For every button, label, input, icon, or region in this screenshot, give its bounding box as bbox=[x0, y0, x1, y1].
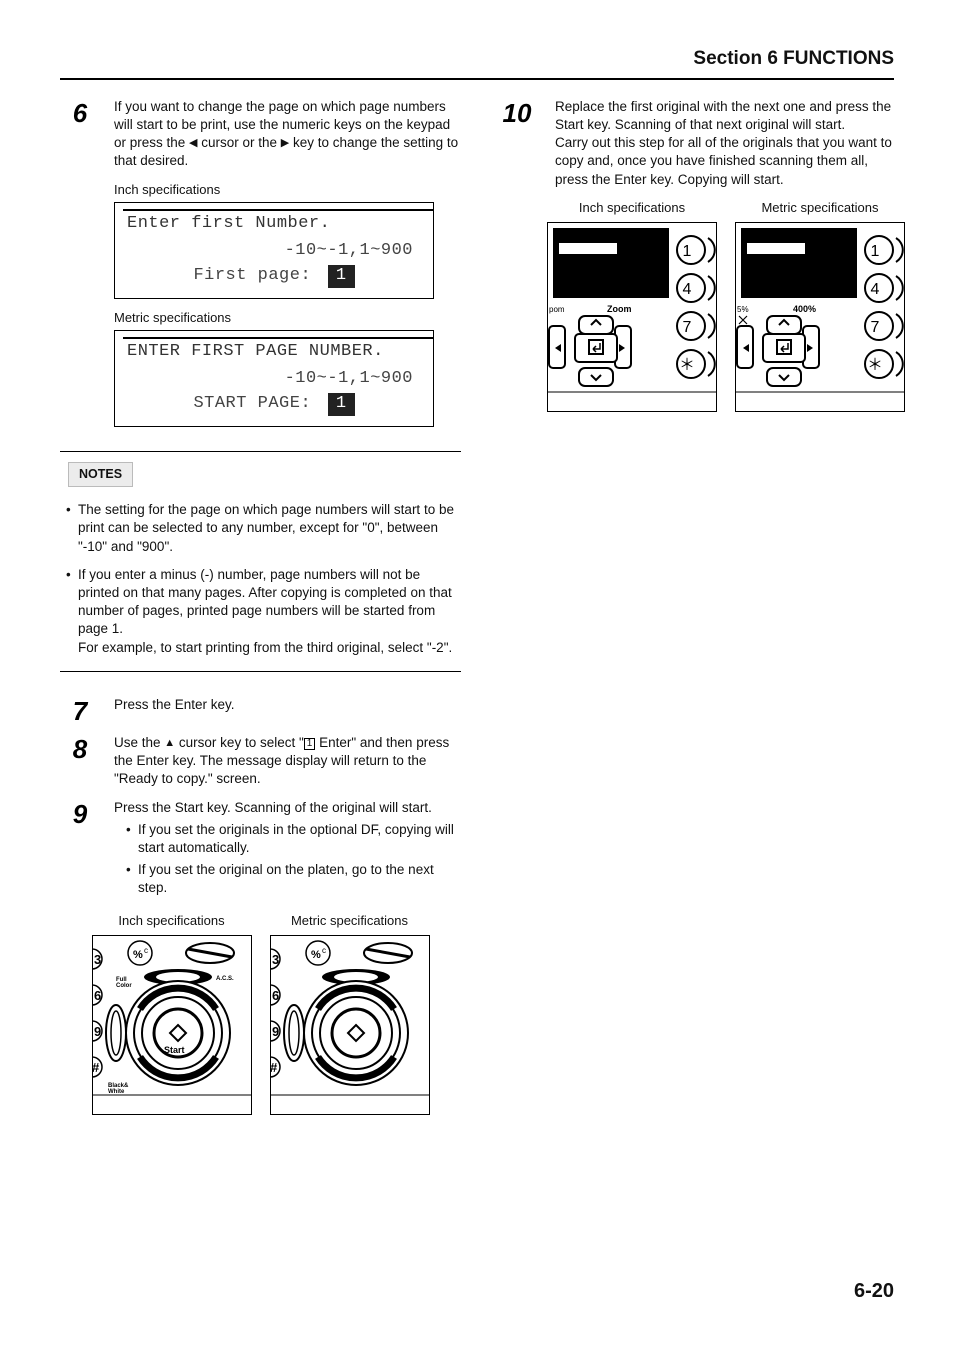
panel10-inch-label: Inch specifications bbox=[547, 199, 717, 217]
notes-title: NOTES bbox=[68, 462, 133, 487]
start-panel-row: Inch specifications bbox=[60, 912, 461, 1121]
right-column: 10 Replace the first original with the n… bbox=[493, 98, 894, 1121]
panel10-metric-label: Metric specifications bbox=[735, 199, 905, 217]
zoom-panel-row: Inch specifications pom Zoom bbox=[547, 199, 894, 418]
right-triangle-icon: ▶ bbox=[281, 137, 289, 149]
step-6-body: If you want to change the page on which … bbox=[114, 98, 461, 171]
lcd-inch-label: Inch specifications bbox=[114, 181, 461, 199]
svg-text:c: c bbox=[322, 946, 326, 955]
zoom-panel-inch: pom Zoom bbox=[547, 222, 717, 417]
step-number-8: 8 bbox=[60, 734, 100, 789]
start-panel-inch: 3 6 9 # % c Full Color bbox=[92, 935, 252, 1120]
left-column: 6 If you want to change the page on whic… bbox=[60, 98, 461, 1121]
section-header: Section 6 FUNCTIONS bbox=[60, 46, 894, 80]
lcd-metric-line1: ENTER FIRST PAGE NUMBER. bbox=[123, 337, 433, 366]
lcd-inch: Enter first Number. -10~-1,1~900 First p… bbox=[114, 202, 434, 299]
zoom-prefix-inch: pom bbox=[549, 305, 565, 314]
step-number-7: 7 bbox=[60, 696, 100, 724]
step-9: 9 Press the Start key. Scanning of the o… bbox=[60, 799, 461, 902]
step-9-bullet-1: If you set the originals in the optional… bbox=[126, 821, 461, 857]
notes-separator-top bbox=[60, 451, 461, 452]
notes-separator-bottom bbox=[60, 671, 461, 672]
step-9-text: Press the Start key. Scanning of the ori… bbox=[114, 799, 461, 817]
svg-text:3: 3 bbox=[272, 952, 279, 967]
lcd-metric-line3-value: 1 bbox=[328, 393, 355, 416]
svg-text:3: 3 bbox=[94, 952, 101, 967]
page-number: 6-20 bbox=[854, 1278, 894, 1305]
step-number-6: 6 bbox=[60, 98, 100, 171]
lcd-inch-line3-value: 1 bbox=[328, 265, 355, 288]
step-9-body: Press the Start key. Scanning of the ori… bbox=[114, 799, 461, 902]
step-number-9: 9 bbox=[60, 799, 100, 902]
start-label: Start bbox=[164, 1045, 185, 1055]
svg-text:White: White bbox=[108, 1089, 125, 1095]
lcd-metric-line3: START PAGE: 1 bbox=[123, 393, 425, 416]
keypad-7: 7 bbox=[683, 319, 692, 336]
step-7: 7 Press the Enter key. bbox=[60, 696, 461, 724]
svg-text:#: # bbox=[92, 1060, 100, 1075]
boxed-one-icon: 1 bbox=[304, 738, 316, 750]
panel9-metric-label: Metric specifications bbox=[270, 912, 430, 930]
svg-text:Color: Color bbox=[116, 983, 132, 989]
lcd-inch-line1: Enter first Number. bbox=[123, 209, 433, 238]
keypad-star: ＊ bbox=[679, 357, 695, 374]
step-8-body: Use the ▲ cursor key to select "1 Enter"… bbox=[114, 734, 461, 789]
svg-text:1: 1 bbox=[871, 243, 880, 260]
start-panel-metric: 3 6 9 # % c bbox=[270, 935, 430, 1120]
lcd-inch-line3: First page: 1 bbox=[123, 265, 425, 288]
svg-text:4: 4 bbox=[871, 281, 880, 298]
step-9-bullets: If you set the originals in the optional… bbox=[114, 821, 461, 898]
lcd-metric-line2: -10~-1,1~900 bbox=[123, 368, 425, 391]
svg-text:9: 9 bbox=[94, 1024, 101, 1039]
lcd-inch-line2: -10~-1,1~900 bbox=[123, 240, 425, 263]
zoom-label-inch: Zoom bbox=[607, 304, 632, 314]
svg-text:9: 9 bbox=[272, 1024, 279, 1039]
svg-text:7: 7 bbox=[871, 319, 880, 336]
step-number-10: 10 bbox=[493, 98, 541, 189]
step-10: 10 Replace the first original with the n… bbox=[493, 98, 894, 189]
keypad-1: 1 bbox=[683, 243, 692, 260]
note-item-2: If you enter a minus (-) number, page nu… bbox=[66, 566, 461, 657]
acs-label: A.C.S. bbox=[216, 976, 234, 982]
svg-text:＊: ＊ bbox=[867, 357, 883, 374]
notes-list: The setting for the page on which page n… bbox=[60, 501, 461, 657]
zoom-panel-metric: 5% 400% bbox=[735, 222, 905, 417]
pct-right-metric: 400% bbox=[793, 304, 816, 314]
step-8-text-b: cursor key to select " bbox=[175, 735, 304, 750]
left-triangle-icon: ◀ bbox=[189, 137, 197, 149]
svg-text:6: 6 bbox=[94, 988, 101, 1003]
step-9-bullet-2: If you set the original on the platen, g… bbox=[126, 861, 461, 897]
step-7-body: Press the Enter key. bbox=[114, 696, 461, 724]
panel9-inch-label: Inch specifications bbox=[92, 912, 252, 930]
svg-text:6: 6 bbox=[272, 988, 279, 1003]
step-10-body: Replace the first original with the next… bbox=[555, 98, 894, 189]
note-item-1: The setting for the page on which page n… bbox=[66, 501, 461, 556]
lcd-metric: ENTER FIRST PAGE NUMBER. -10~-1,1~900 ST… bbox=[114, 330, 434, 427]
step-8: 8 Use the ▲ cursor key to select "1 Ente… bbox=[60, 734, 461, 789]
pct-left-metric: 5% bbox=[737, 305, 749, 314]
keypad-4: 4 bbox=[683, 281, 692, 298]
svg-text:c: c bbox=[144, 946, 148, 955]
svg-text:%: % bbox=[133, 949, 143, 961]
lcd-metric-line3-label: START PAGE: bbox=[193, 394, 311, 413]
svg-text:#: # bbox=[270, 1060, 278, 1075]
lcd-inch-line3-label: First page: bbox=[193, 266, 311, 285]
lcd-metric-label: Metric specifications bbox=[114, 309, 461, 327]
svg-text:%: % bbox=[311, 949, 321, 961]
up-triangle-icon: ▲ bbox=[164, 737, 175, 749]
step-6-text-b: cursor or the bbox=[198, 135, 281, 150]
step-6: 6 If you want to change the page on whic… bbox=[60, 98, 461, 171]
step-8-text-a: Use the bbox=[114, 735, 164, 750]
